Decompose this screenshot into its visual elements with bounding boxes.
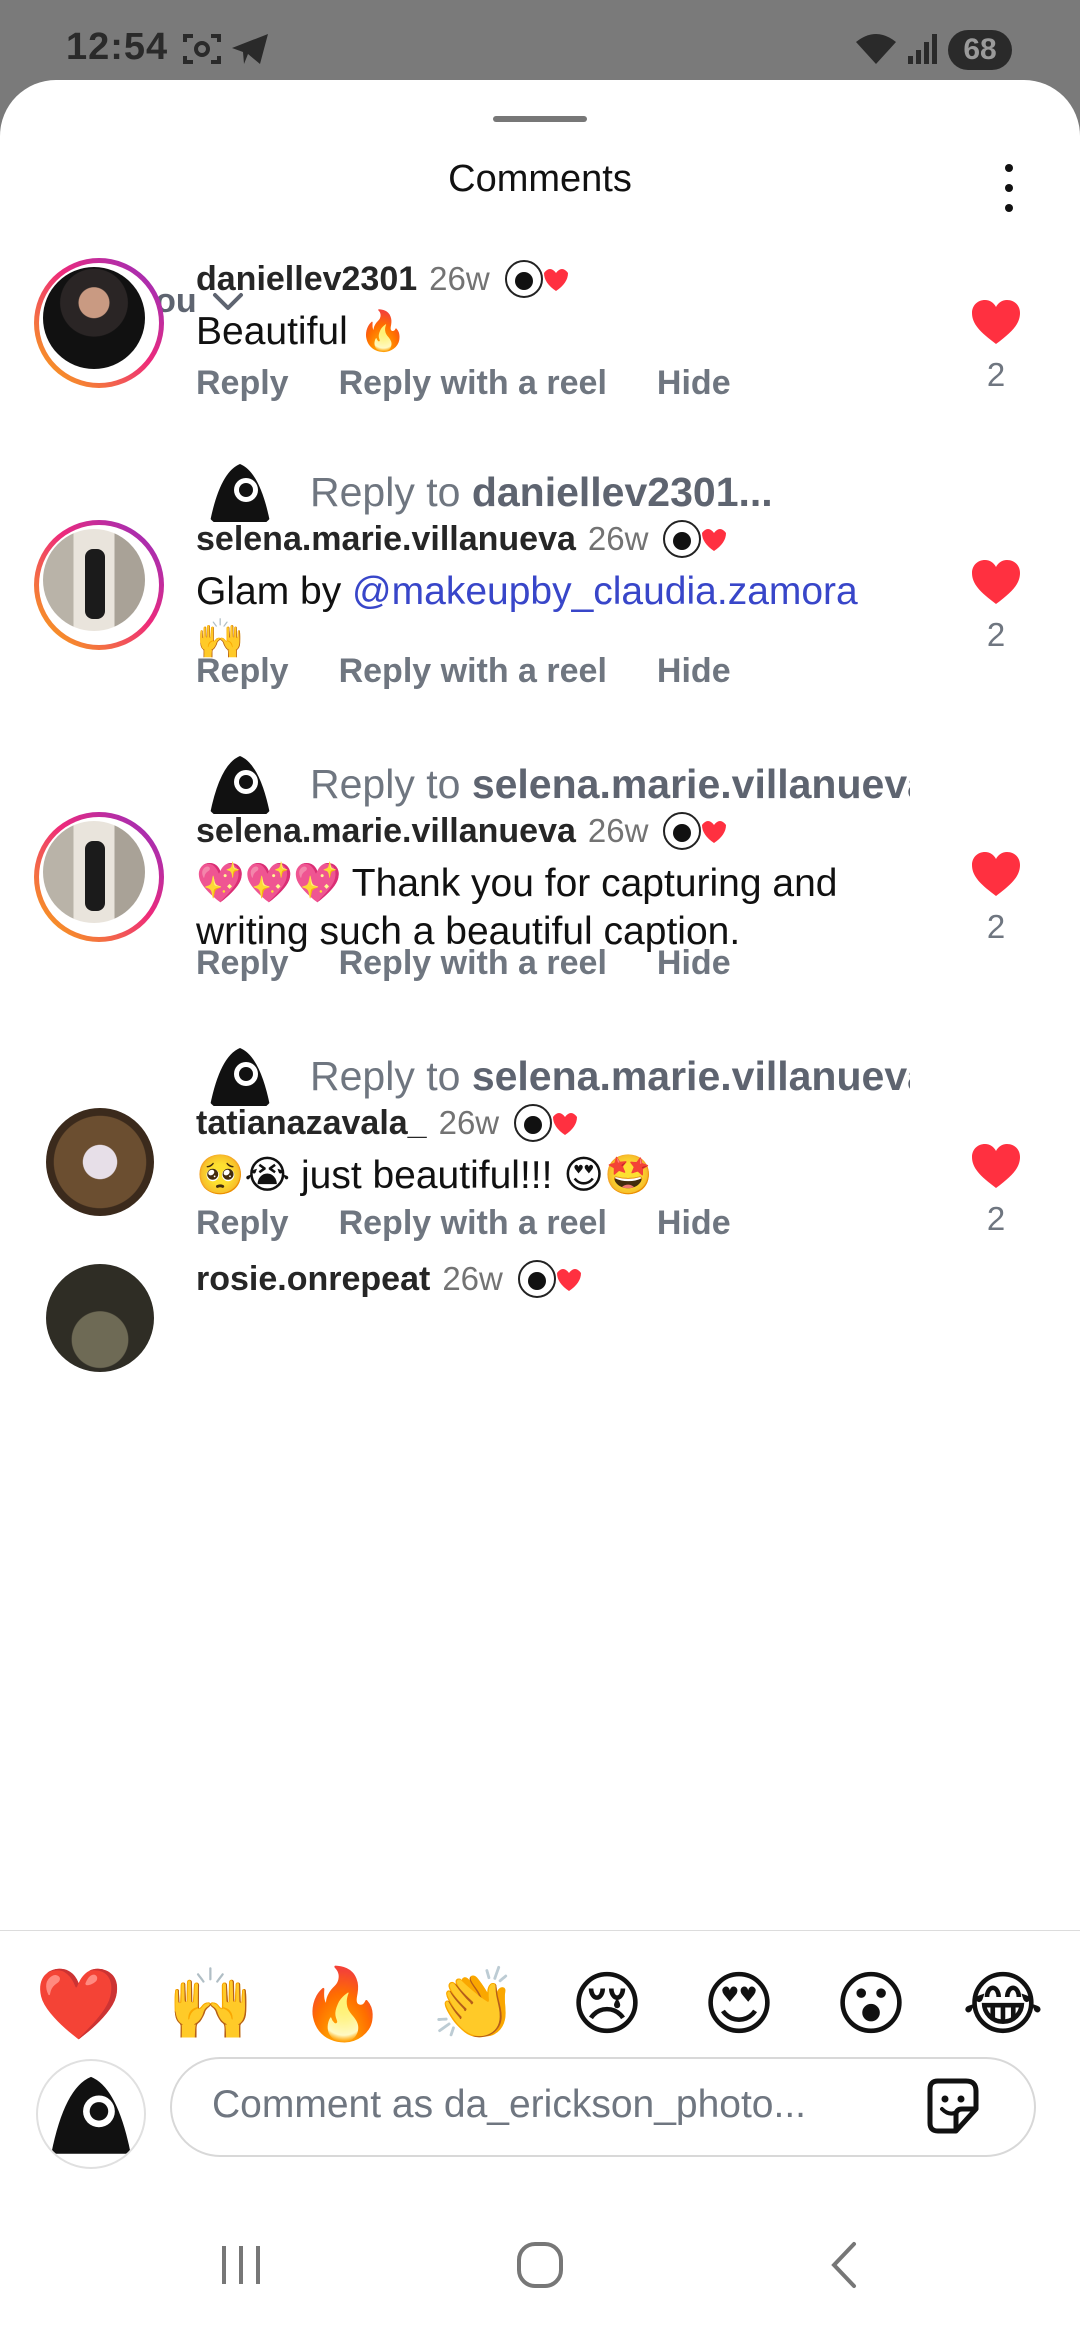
creator-liked-badge xyxy=(504,259,570,299)
sheet-title: Comments xyxy=(448,158,632,200)
home-icon[interactable] xyxy=(515,2240,565,2290)
comment-text: 💖💖💖 Thank you for capturing and writing … xyxy=(196,862,838,953)
hide-button[interactable]: Hide xyxy=(657,944,731,983)
reply-prompt-user: selena.marie.villanueva xyxy=(471,1052,910,1099)
signal-icon xyxy=(908,34,937,64)
creator-liked-badge xyxy=(662,811,728,851)
comment-age: 26w xyxy=(587,520,649,557)
avatar[interactable] xyxy=(34,520,164,650)
hide-button[interactable]: Hide xyxy=(657,1204,731,1243)
my-avatar xyxy=(36,2059,146,2169)
more-options-button[interactable] xyxy=(990,160,1028,216)
drag-handle[interactable] xyxy=(493,116,587,122)
recent-apps-icon[interactable] xyxy=(216,2240,266,2290)
hide-button[interactable]: Hide xyxy=(657,652,731,691)
comment-username[interactable]: tatianazavala_ xyxy=(196,1104,427,1143)
reply-with-reel-button[interactable]: Reply with a reel xyxy=(339,944,607,983)
creator-liked-badge xyxy=(513,1103,579,1143)
reply-prompt-prefix: Reply to xyxy=(310,760,472,807)
creator-liked-badge xyxy=(662,519,728,559)
comment-text: 🥺😭 just beautiful!!! 😍🤩 xyxy=(196,1154,653,1197)
comment-username[interactable]: selena.marie.villanueva xyxy=(196,812,576,851)
quick-emoji-heart-eyes[interactable]: 😍 xyxy=(694,1959,784,2049)
creator-liked-badge xyxy=(517,1259,583,1299)
like-heart-icon[interactable] xyxy=(970,558,1022,606)
like-count: 2 xyxy=(986,616,1006,653)
back-icon[interactable] xyxy=(820,2240,870,2290)
comment-username[interactable]: rosie.onrepeat xyxy=(196,1260,430,1299)
status-bar: 12:54 68 xyxy=(0,0,1080,90)
reply-prompt-user: daniellev2301... xyxy=(471,468,773,515)
avatar[interactable] xyxy=(46,1264,154,1372)
system-nav-bar xyxy=(0,2210,1080,2340)
like-count: 2 xyxy=(986,356,1006,393)
wifi-icon xyxy=(856,34,896,64)
reply-with-reel-button[interactable]: Reply with a reel xyxy=(339,1204,607,1243)
reply-prompt-prefix: Reply to xyxy=(310,468,472,515)
comment-age: 26w xyxy=(429,260,490,297)
like-heart-icon[interactable] xyxy=(970,850,1022,898)
telegram-icon xyxy=(232,34,268,64)
reply-button[interactable]: Reply xyxy=(196,1204,289,1243)
status-time: 12:54 xyxy=(66,26,169,68)
quick-emoji-raised-hands[interactable]: 🙌 xyxy=(166,1959,256,2049)
comment-input-placeholder: Comment as da_erickson_photo... xyxy=(212,2083,806,2126)
mention-link[interactable]: @makeupby_claudia.zamora xyxy=(352,570,858,613)
quick-reactions: ❤️ 🙌 🔥 👏 😢 😍 😮 😂 xyxy=(0,1959,1080,2049)
comment-username[interactable]: selena.marie.villanueva xyxy=(196,520,576,559)
like-heart-icon[interactable] xyxy=(970,1142,1022,1190)
screenshot-icon xyxy=(183,34,221,64)
comment-username[interactable]: daniellev2301 xyxy=(196,260,417,299)
reply-with-reel-button[interactable]: Reply with a reel xyxy=(339,364,607,403)
quick-emoji-crying[interactable]: 😢 xyxy=(562,1959,652,2049)
comment-input[interactable]: Comment as da_erickson_photo... xyxy=(170,2057,1036,2157)
reply-prompt-user: selena.marie.villanueva xyxy=(471,760,910,807)
quick-emoji-heart[interactable]: ❤️ xyxy=(34,1959,124,2049)
battery-indicator: 68 xyxy=(948,30,1012,70)
like-heart-icon[interactable] xyxy=(970,298,1022,346)
quick-emoji-laughing[interactable]: 😂 xyxy=(958,1959,1048,2049)
comment-age: 26w xyxy=(587,812,649,849)
reply-with-reel-button[interactable]: Reply with a reel xyxy=(339,652,607,691)
comment-text: Beautiful 🔥 xyxy=(196,310,408,353)
comment-age: 26w xyxy=(442,1260,503,1297)
comment-age: 26w xyxy=(438,1104,500,1141)
reply-button[interactable]: Reply xyxy=(196,364,289,403)
comment-text: Glam by @makeupby_claudia.zamora 🙌 xyxy=(196,570,858,661)
avatar[interactable] xyxy=(46,1108,154,1216)
like-count: 2 xyxy=(986,1200,1006,1237)
quick-emoji-fire[interactable]: 🔥 xyxy=(298,1959,388,2049)
avatar[interactable] xyxy=(34,258,164,388)
avatar[interactable] xyxy=(34,812,164,942)
reply-button[interactable]: Reply xyxy=(196,944,289,983)
reply-prompt-prefix: Reply to xyxy=(310,1052,472,1099)
hide-button[interactable]: Hide xyxy=(657,364,731,403)
like-count: 2 xyxy=(986,908,1006,945)
quick-emoji-surprised[interactable]: 😮 xyxy=(826,1959,916,2049)
quick-emoji-clap[interactable]: 👏 xyxy=(430,1959,520,2049)
sticker-icon[interactable] xyxy=(920,2075,984,2139)
reply-button[interactable]: Reply xyxy=(196,652,289,691)
